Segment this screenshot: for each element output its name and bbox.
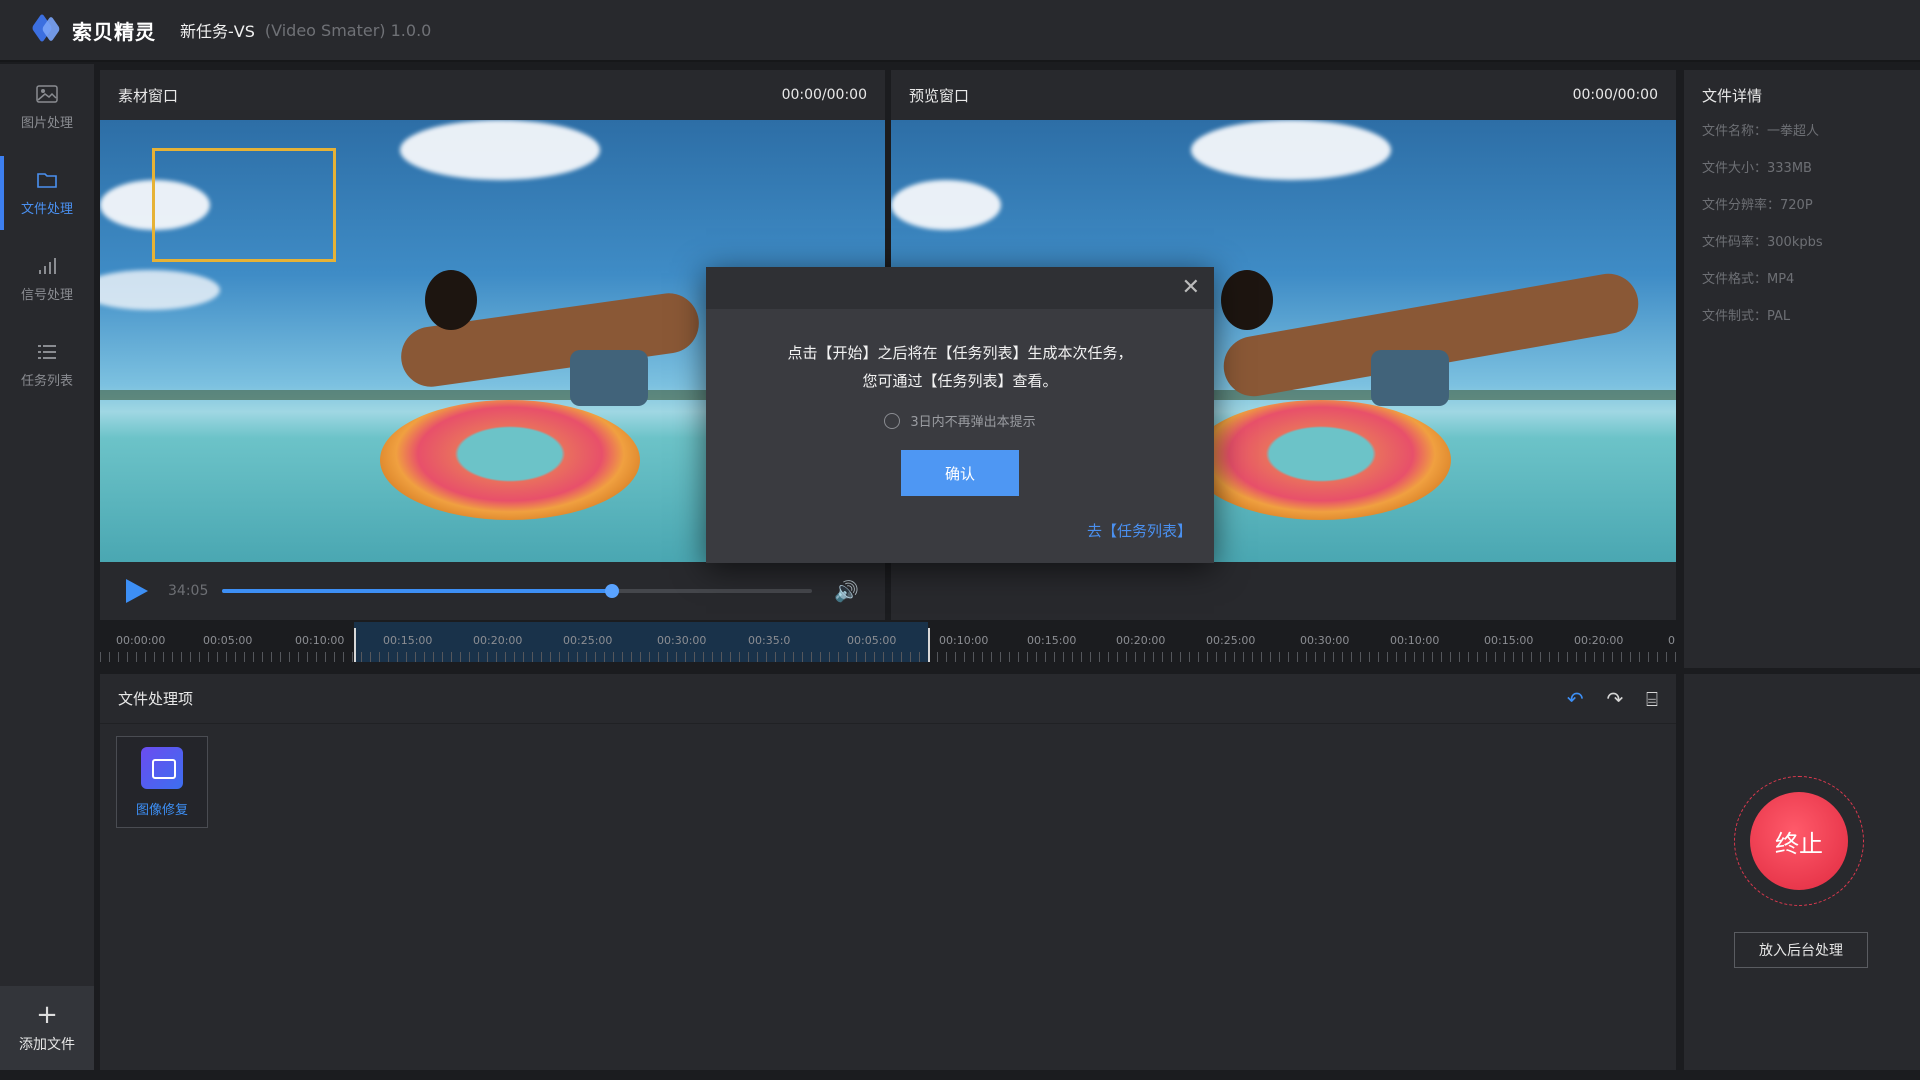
timeline-label: 00:10:00 xyxy=(1390,634,1440,647)
detail-name: 文件名称：一拳超人 xyxy=(1702,124,1820,139)
current-time: 34:05 xyxy=(168,583,209,599)
timeline-label: 00:20:00 xyxy=(1574,634,1624,647)
timeline-label: 00:30:00 xyxy=(1300,634,1350,647)
progress-handle[interactable] xyxy=(604,584,619,598)
file-details-title: 文件详情 xyxy=(1702,86,1763,105)
detail-size: 文件大小：333MB xyxy=(1702,161,1812,176)
preview-window-title: 预览窗口 xyxy=(909,86,970,105)
sidebar-item-file[interactable]: 文件处理 xyxy=(0,150,94,236)
dont-show-option[interactable]: 3日内不再弹出本提示 xyxy=(706,411,1214,430)
sidebar: 图片处理 文件处理 信号处理 任务列表 + 添加文件 xyxy=(0,64,94,1070)
timeline-label: 00:05:00 xyxy=(203,634,253,647)
processing-title: 文件处理项 xyxy=(118,690,194,708)
sidebar-item-tasks[interactable]: 任务列表 xyxy=(0,322,94,408)
detail-standard: 文件制式：PAL xyxy=(1702,309,1791,324)
undo-icon[interactable]: ↶ xyxy=(1567,687,1584,711)
close-icon[interactable]: ✕ xyxy=(1182,275,1200,300)
detail-resolution: 文件分辨率：720P xyxy=(1702,198,1813,213)
redo-icon[interactable]: ↷ xyxy=(1606,687,1623,711)
detail-format: 文件格式：MP4 xyxy=(1702,272,1795,287)
dialog-message-line2: 您可通过【任务列表】查看。 xyxy=(862,372,1058,390)
title-bar: 索贝精灵 新任务-VS (Video Smater) 1.0.0 xyxy=(0,0,1920,62)
source-window-time: 00:00/00:00 xyxy=(781,87,867,103)
timeline-label: 00:05:00 xyxy=(847,634,897,647)
image-repair-card[interactable]: 图像修复 xyxy=(116,736,208,828)
timeline-label: 00:20:00 xyxy=(473,634,523,647)
detail-bitrate: 文件码率：300kpbs xyxy=(1702,235,1823,250)
background-process-button[interactable]: 放入后台处理 xyxy=(1734,932,1868,968)
sidebar-item-label: 图片处理 xyxy=(20,115,73,131)
timeline-ticks xyxy=(100,652,1676,662)
logo-text: 索贝精灵 xyxy=(72,19,156,44)
timeline-out-marker[interactable] xyxy=(928,628,930,662)
radio-icon[interactable] xyxy=(884,412,901,429)
timeline-label: 00:10:00 xyxy=(939,634,989,647)
timeline-label: 00:15:00 xyxy=(383,634,433,647)
sidebar-item-label: 任务列表 xyxy=(20,373,73,389)
timeline-label: 00:15:00 xyxy=(1484,634,1534,647)
image-icon xyxy=(36,84,58,103)
timeline-label: 00:10:00 xyxy=(295,634,345,647)
app-logo: 索贝精灵 xyxy=(30,16,156,45)
dont-show-label: 3日内不再弹出本提示 xyxy=(910,415,1036,430)
signal-icon xyxy=(39,257,56,274)
timeline[interactable]: 00:00:00 00:05:00 00:10:00 00:15:00 00:2… xyxy=(100,622,1676,668)
timeline-label: 00:20:00 xyxy=(1116,634,1166,647)
clear-icon[interactable]: ⌸ xyxy=(1646,687,1658,711)
logo-icon xyxy=(30,19,64,41)
preview-window-time: 00:00/00:00 xyxy=(1572,87,1658,103)
stop-button[interactable]: 终止 xyxy=(1750,792,1848,890)
timeline-label: 00:30:00 xyxy=(657,634,707,647)
volume-icon[interactable]: 🔊 xyxy=(834,579,859,603)
play-icon[interactable] xyxy=(126,579,148,603)
progress-fill xyxy=(222,589,612,593)
confirm-dialog: ✕ 点击【开始】之后将在【任务列表】生成本次任务， 您可通过【任务列表】查看。 … xyxy=(706,267,1214,563)
processing-panel: 文件处理项 ↶ ↷ ⌸ 图像修复 xyxy=(100,674,1676,1070)
selection-box[interactable] xyxy=(152,148,336,262)
sidebar-item-label: 信号处理 xyxy=(20,287,73,303)
confirm-button[interactable]: 确认 xyxy=(901,450,1019,496)
dialog-message: 点击【开始】之后将在【任务列表】生成本次任务， 您可通过【任务列表】查看。 xyxy=(706,339,1214,395)
dialog-message-line1: 点击【开始】之后将在【任务列表】生成本次任务， xyxy=(787,344,1133,362)
plus-icon: + xyxy=(36,1000,58,1030)
add-file-button[interactable]: + 添加文件 xyxy=(0,986,94,1070)
file-details-panel: 文件详情 文件名称：一拳超人 文件大小：333MB 文件分辨率：720P 文件码… xyxy=(1684,70,1920,668)
sidebar-item-signal[interactable]: 信号处理 xyxy=(0,236,94,322)
progress-bar[interactable] xyxy=(222,584,813,598)
task-title: 新任务-VS xyxy=(180,22,255,41)
timeline-label: 00:35:0 xyxy=(748,634,791,647)
goto-task-list-link[interactable]: 去【任务列表】 xyxy=(1087,520,1192,541)
timeline-label: 00:25:00 xyxy=(1206,634,1256,647)
image-repair-label: 图像修复 xyxy=(135,802,188,818)
dialog-header: ✕ xyxy=(706,267,1214,309)
list-icon xyxy=(38,344,56,359)
folder-icon xyxy=(37,172,57,188)
timeline-label: 00:15:00 xyxy=(1027,634,1077,647)
player-controls: 34:05 🔊 xyxy=(100,562,885,620)
add-file-label: 添加文件 xyxy=(19,1037,75,1053)
timeline-label: 00:00:00 xyxy=(116,634,166,647)
image-repair-icon xyxy=(141,746,183,789)
app-version: (Video Smater) 1.0.0 xyxy=(264,20,432,40)
timeline-in-marker[interactable] xyxy=(354,628,356,662)
source-window-title: 素材窗口 xyxy=(118,86,179,105)
sidebar-item-label: 文件处理 xyxy=(20,201,73,217)
timeline-label: 0 xyxy=(1668,634,1675,647)
timeline-label: 00:25:00 xyxy=(563,634,613,647)
stop-button-ring: 终止 xyxy=(1734,776,1864,906)
sidebar-item-image[interactable]: 图片处理 xyxy=(0,64,94,150)
